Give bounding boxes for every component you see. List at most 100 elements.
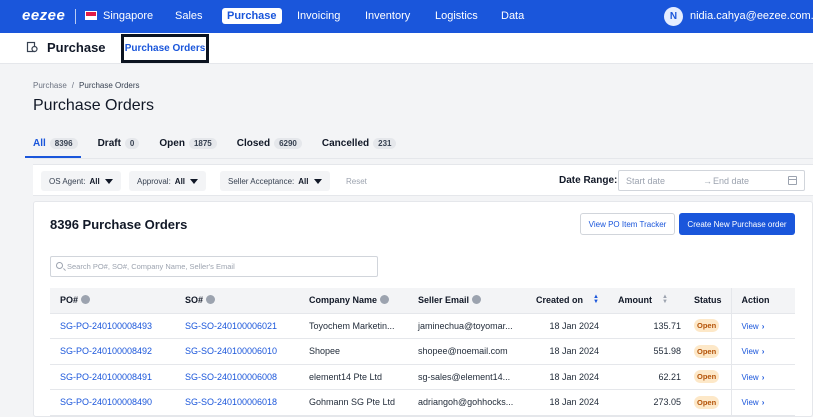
view-label: View	[741, 398, 759, 408]
tab-label: Closed	[236, 137, 271, 149]
seller-email: shopee@noemail.com	[408, 338, 526, 365]
tab-count-badge: 6290	[274, 137, 302, 149]
view-button[interactable]: View ›	[742, 373, 765, 382]
info-icon[interactable]	[380, 295, 390, 305]
reset-button[interactable]: Reset	[346, 177, 367, 186]
action-cell: View ›	[730, 313, 795, 339]
info-icon[interactable]	[81, 295, 91, 305]
tab-label: All	[33, 137, 46, 149]
create-purchase-order-button[interactable]: Create New Purchase order	[679, 213, 795, 235]
nav-item-invoicing[interactable]: Invoicing	[297, 10, 340, 22]
created-date: 18 Jan 2024	[526, 338, 608, 365]
breadcrumb-purchase[interactable]: Purchase	[33, 81, 67, 90]
filter-value: All	[174, 176, 186, 186]
info-icon[interactable]	[472, 295, 482, 305]
view-button[interactable]: View ›	[742, 322, 765, 331]
column-header-po: PO#	[50, 288, 175, 314]
amount: 273.05	[608, 389, 690, 416]
action-cell: View ›	[730, 389, 795, 416]
table-row: SG-PO-240100008492 SG-SO-240100006010 Sh…	[50, 338, 795, 365]
view-label: View	[741, 347, 759, 357]
tab-purchase-orders[interactable]: Purchase Orders	[121, 34, 209, 63]
po-number-link[interactable]: SG-PO-240100008490	[50, 389, 175, 416]
so-number-link[interactable]: SG-SO-240100006008	[175, 364, 299, 390]
status-badge: Open	[694, 395, 720, 409]
tab-open[interactable]: Open 1875	[159, 135, 217, 151]
column-header-email: Seller Email	[408, 288, 526, 314]
po-number-link[interactable]: SG-PO-240100008491	[50, 364, 175, 390]
date-range-label: Date Range:	[559, 175, 618, 186]
filter-label: OS Agent:	[49, 176, 86, 186]
status-cell: Open	[690, 364, 731, 390]
date-range-picker[interactable]: Start date → End date	[618, 170, 805, 191]
start-date-placeholder[interactable]: Start date	[626, 176, 665, 186]
so-number-link[interactable]: SG-SO-240100006021	[175, 313, 299, 339]
chevron-right-icon: ›	[761, 398, 765, 408]
column-header-amount[interactable]: Amount ▲ ▼	[608, 288, 690, 314]
nav-item-data[interactable]: Data	[501, 10, 524, 22]
singapore-flag-icon[interactable]	[85, 11, 97, 20]
tab-label: Draft	[97, 137, 121, 149]
column-header-so: SO#	[175, 288, 299, 314]
so-number-link[interactable]: SG-SO-240100006018	[175, 389, 299, 416]
search-input[interactable]	[67, 260, 367, 273]
caret-down-icon	[190, 178, 199, 184]
sort-icon[interactable]: ▲ ▼	[593, 294, 599, 305]
tab-closed[interactable]: Closed 6290	[237, 135, 302, 151]
os-agent-filter[interactable]: OS Agent: All	[41, 171, 121, 191]
nav-item-logistics[interactable]: Logistics	[435, 10, 478, 22]
filter-bar: OS Agent: All Approval: All Seller Accepta…	[33, 164, 813, 196]
user-avatar[interactable]: N	[664, 7, 683, 26]
breadcrumb-current: Purchase Orders	[79, 81, 140, 90]
nav-item-sales[interactable]: Sales	[175, 10, 203, 22]
seller-email: adriangoh@gohhocks...	[408, 389, 526, 416]
filter-value: All	[89, 176, 100, 186]
end-date-placeholder[interactable]: End date	[713, 176, 749, 186]
company-name: Shopee	[299, 338, 408, 365]
breadcrumb: Purchase / Purchase Orders	[33, 81, 140, 90]
view-po-item-tracker-button[interactable]: View PO Item Tracker	[580, 213, 675, 235]
amount: 62.21	[608, 364, 690, 390]
column-header-action: Action	[730, 288, 795, 314]
eezee-logo[interactable]: eezee	[22, 7, 65, 24]
tab-cancelled[interactable]: Cancelled 231	[322, 135, 397, 151]
company-name: Toyochem Marketin...	[299, 313, 408, 339]
table-row: SG-PO-240100008493 SG-SO-240100006021 To…	[50, 313, 795, 339]
header-label: Status	[694, 295, 722, 306]
tab-count-badge: 8396	[49, 137, 78, 149]
nav-item-purchase[interactable]: Purchase	[222, 8, 282, 24]
status-badge: Open	[694, 370, 720, 384]
country-selector[interactable]: Singapore	[103, 10, 153, 22]
po-number-link[interactable]: SG-PO-240100008492	[50, 338, 175, 365]
breadcrumb-separator: /	[71, 81, 75, 90]
calendar-icon[interactable]	[788, 176, 797, 185]
filter-label: Seller Acceptance:	[228, 176, 295, 186]
seller-acceptance-filter[interactable]: Seller Acceptance: All	[220, 171, 330, 191]
purchase-icon	[26, 41, 38, 53]
tab-draft[interactable]: Draft 0	[98, 135, 140, 151]
created-date: 18 Jan 2024	[526, 364, 608, 390]
sort-icon[interactable]: ▲ ▼	[662, 294, 668, 305]
view-button[interactable]: View ›	[742, 347, 765, 356]
created-date: 18 Jan 2024	[526, 389, 608, 416]
info-icon[interactable]	[206, 295, 216, 305]
filter-value: All	[298, 176, 309, 186]
chevron-right-icon: ›	[761, 347, 765, 357]
search-box[interactable]	[50, 256, 378, 277]
user-email[interactable]: nidia.cahya@eezee.com.sg	[690, 10, 813, 22]
po-number-link[interactable]: SG-PO-240100008493	[50, 313, 175, 339]
approval-filter[interactable]: Approval: All	[129, 171, 207, 191]
nav-item-inventory[interactable]: Inventory	[365, 10, 410, 22]
tab-count-badge: 1875	[188, 137, 217, 149]
card-title: 8396 Purchase Orders	[50, 217, 188, 232]
status-tabs: All 8396 Draft 0 Open 1875 Closed 6290 Cance…	[25, 135, 416, 158]
top-navbar: eezee Singapore Sales Purchase Invoicing…	[0, 0, 813, 33]
tab-all[interactable]: All 8396	[25, 135, 81, 158]
status-cell: Open	[690, 389, 731, 416]
tab-label: Open	[159, 137, 185, 149]
column-header-created[interactable]: Created on ▲ ▼	[526, 288, 608, 314]
view-button[interactable]: View ›	[742, 398, 765, 407]
search-icon	[56, 262, 63, 269]
so-number-link[interactable]: SG-SO-240100006010	[175, 338, 299, 365]
view-label: View	[741, 372, 759, 382]
